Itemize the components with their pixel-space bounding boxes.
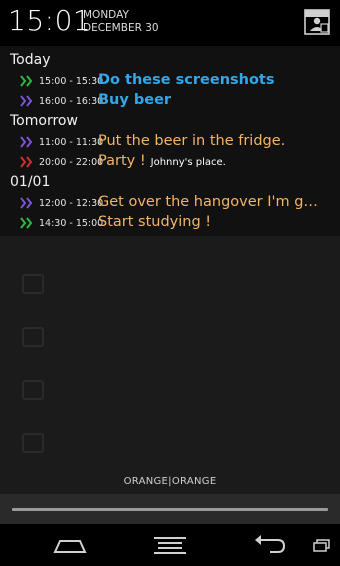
- event-row[interactable]: 15:00 - 15:30 Do these screenshots: [20, 71, 338, 91]
- event-title: Buy beer: [98, 92, 172, 108]
- menu-button[interactable]: [152, 532, 188, 558]
- day-label: MONDAY: [83, 9, 129, 21]
- event-time: 12:00 - 12:30: [39, 198, 104, 209]
- settings-icon: [304, 9, 330, 35]
- background-item: [22, 323, 322, 353]
- recent-apps-icon: [313, 539, 330, 552]
- date-label: MONDAY DECEMBER 30: [83, 9, 159, 35]
- home-button[interactable]: [50, 532, 90, 558]
- faded-icon: [22, 380, 44, 400]
- recent-apps-button[interactable]: [312, 532, 332, 558]
- menu-icon: [154, 537, 186, 554]
- event-time: 20:00 - 22:00: [39, 157, 104, 168]
- chevron-purple-icon: [20, 95, 33, 107]
- event-title: Party !: [98, 153, 146, 169]
- event-title-wrap: Party ! Johnny's place.: [98, 153, 226, 169]
- event-row[interactable]: 14:30 - 15:00 Start studying !: [20, 213, 338, 233]
- event-row[interactable]: 11:00 - 11:30 Put the beer in the fridge…: [20, 132, 338, 152]
- theme-label: ORANGE|ORANGE: [123, 476, 217, 487]
- chevron-purple-icon: [20, 136, 33, 148]
- back-button[interactable]: [252, 532, 286, 558]
- settings-button[interactable]: [304, 9, 330, 35]
- event-title: Get over the hangover I'm gonna have: [98, 194, 326, 210]
- chevron-purple-icon: [20, 197, 33, 209]
- navigation-bar: [0, 524, 340, 566]
- event-time: 11:00 - 11:30: [39, 137, 104, 148]
- status-header: 15:01 MONDAY DECEMBER 30: [0, 0, 340, 46]
- chevron-green-icon: [20, 217, 33, 229]
- event-time: 15:00 - 15:30: [39, 76, 104, 87]
- agenda-widget[interactable]: Today 15:00 - 15:30 Do these screenshots…: [0, 46, 340, 236]
- faded-icon: [22, 274, 44, 294]
- clock-time: 15:01: [8, 4, 92, 37]
- background-item: [22, 429, 322, 459]
- section-date-0101: 01/01: [10, 174, 51, 190]
- chevron-red-icon: [20, 156, 33, 168]
- background-item: [22, 270, 322, 300]
- event-title: Start studying !: [98, 214, 212, 230]
- faded-icon: [22, 433, 44, 453]
- date-text: DECEMBER 30: [83, 22, 159, 34]
- faded-icon: [22, 327, 44, 347]
- bottom-strip: [0, 494, 340, 524]
- background-item: [22, 376, 322, 406]
- event-time: 14:30 - 15:00: [39, 218, 104, 229]
- event-location: Johnny's place.: [150, 157, 226, 168]
- back-icon: [255, 535, 286, 553]
- section-tomorrow: Tomorrow: [10, 113, 78, 129]
- event-title: Do these screenshots: [98, 72, 275, 88]
- divider-line: [12, 508, 328, 511]
- event-row[interactable]: 16:00 - 16:30 Buy beer: [20, 91, 338, 111]
- event-time: 16:00 - 16:30: [39, 96, 104, 107]
- home-icon: [53, 540, 87, 553]
- event-row[interactable]: 12:00 - 12:30 Get over the hangover I'm …: [20, 193, 338, 213]
- event-title: Put the beer in the fridge.: [98, 133, 286, 149]
- chevron-green-icon: [20, 75, 33, 87]
- section-today: Today: [10, 52, 51, 68]
- event-row[interactable]: 20:00 - 22:00 Party ! Johnny's place.: [20, 152, 338, 172]
